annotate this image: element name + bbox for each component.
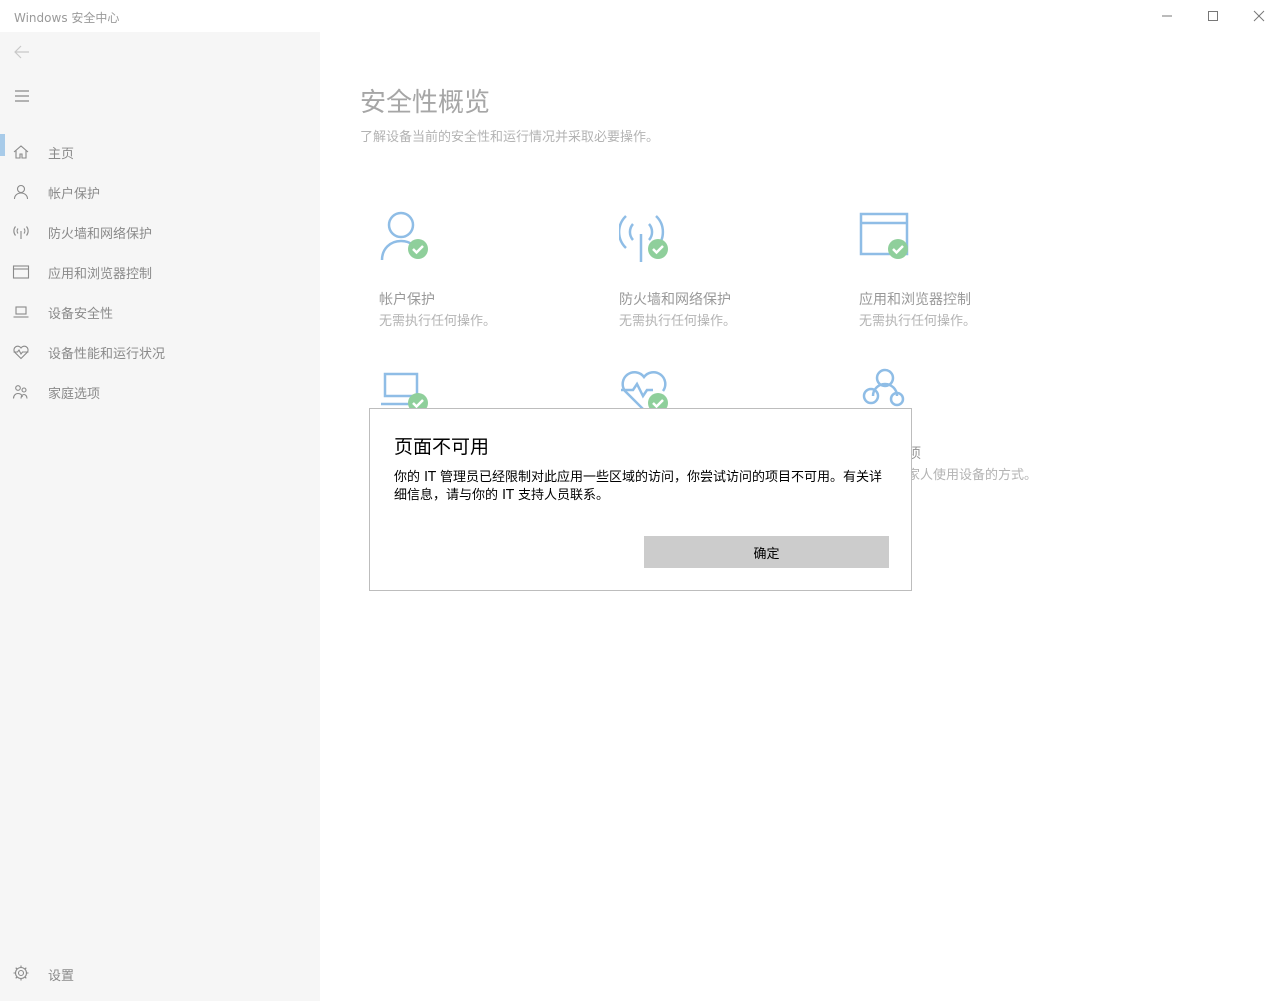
browser-check-icon [859,210,915,266]
sidebar-item-device-health[interactable]: 设备性能和运行状况 [0,332,320,372]
dialog-title: 页面不可用 [394,436,490,458]
person-check-icon [379,210,435,266]
sidebar-item-label: 防火墙和网络保护 [48,227,153,242]
page-unavailable-dialog: 页面不可用 你的 IT 管理员已经限制对此应用一些区域的访问，你尝试访问的项目不… [369,408,912,591]
tile-status: 无需执行任何操作。 [379,314,497,329]
sidebar-item-label: 主页 [48,147,75,162]
sidebar-item-firewall[interactable]: 防火墙和网络保护 [0,212,320,252]
hamburger-icon [15,90,29,102]
sidebar-item-label: 家庭选项 [48,387,101,402]
tile-status: 无需执行任何操作。 [859,314,977,329]
sidebar-item-label: 设备性能和运行状况 [48,347,166,362]
close-button[interactable] [1236,0,1282,32]
page-title: 安全性概览 [360,88,491,118]
browser-window-icon [12,263,30,281]
family-icon [12,383,30,401]
title-bar: Windows 安全中心 [0,0,1282,32]
heart-pulse-icon [12,343,30,361]
sidebar-item-settings[interactable]: 设置 [0,952,320,992]
tile-account-protection[interactable]: 帐户保护 无需执行任何操作。 [379,210,599,340]
sidebar-item-device-security[interactable]: 设备安全性 [0,292,320,332]
sidebar-item-family[interactable]: 家庭选项 [0,372,320,412]
laptop-icon [12,303,30,321]
back-button[interactable] [0,32,44,72]
maximize-button[interactable] [1190,0,1236,32]
antenna-icon [12,223,30,241]
sidebar-item-label: 应用和浏览器控制 [48,267,153,282]
minimize-button[interactable] [1144,0,1190,32]
ok-button[interactable]: 确定 [644,536,889,568]
sidebar-item-home[interactable]: 主页 [0,132,320,172]
close-icon [1253,10,1265,22]
person-icon [12,183,30,201]
page-subtitle: 了解设备当前的安全性和运行情况并采取必要操作。 [360,130,660,145]
menu-button[interactable] [0,76,44,116]
sidebar-item-label: 帐户保护 [48,187,101,202]
tile-name: 防火墙和网络保护 [619,292,731,308]
home-icon [12,143,30,161]
dialog-message: 你的 IT 管理员已经限制对此应用一些区域的访问，你尝试访问的项目不可用。有关详… [394,470,883,503]
sidebar-item-label: 设备安全性 [48,307,114,322]
arrow-left-icon [14,45,29,59]
sidebar-item-label: 设置 [48,969,75,984]
antenna-check-icon [617,210,675,266]
selection-indicator [0,134,5,156]
gear-icon [12,964,30,982]
sidebar-item-app-browser[interactable]: 应用和浏览器控制 [0,252,320,292]
maximize-icon [1208,11,1218,21]
minimize-icon [1162,15,1172,17]
tile-status: 无需执行任何操作。 [619,314,737,329]
tile-app-browser[interactable]: 应用和浏览器控制 无需执行任何操作。 [859,210,1079,340]
tile-name: 帐户保护 [379,292,435,308]
tile-name: 应用和浏览器控制 [859,292,971,308]
window-title: Windows 安全中心 [14,11,120,25]
sidebar: 主页 帐户保护 防火墙和网络保护 应用和浏览器控制 设备安全性 设备性能和运行状… [0,32,320,1001]
tile-status: 家人使用设备的方式。 [907,468,1038,483]
tile-firewall[interactable]: 防火墙和网络保护 无需执行任何操作。 [617,210,839,340]
sidebar-item-account-protection[interactable]: 帐户保护 [0,172,320,212]
